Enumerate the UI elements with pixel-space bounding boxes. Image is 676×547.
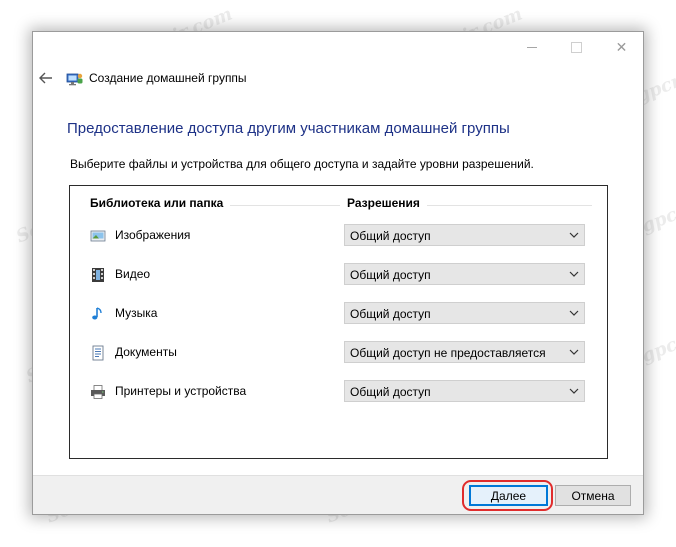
- minimize-icon: [526, 47, 537, 48]
- close-button[interactable]: ✕: [599, 32, 643, 63]
- table-row-documents: Документы Общий доступ не предоставляетс…: [70, 341, 607, 365]
- next-button[interactable]: Далее: [469, 485, 548, 506]
- row-label: Видео: [115, 267, 151, 281]
- page-heading: Предоставление доступа другим участникам…: [67, 120, 510, 137]
- music-icon: [92, 307, 102, 320]
- permission-value: Общий доступ: [350, 268, 431, 282]
- permission-value: Общий доступ: [350, 229, 431, 243]
- table-row-music: Музыка Общий доступ: [70, 302, 607, 326]
- permission-dropdown-printers[interactable]: Общий доступ: [344, 380, 585, 402]
- row-label: Принтеры и устройства: [115, 384, 247, 398]
- header-divider: [230, 205, 340, 206]
- column-header-library: Библиотека или папка: [90, 196, 224, 210]
- sharing-table: Библиотека или папка Разрешения Изображе…: [69, 185, 608, 459]
- permission-dropdown-documents[interactable]: Общий доступ не предоставляется: [344, 341, 585, 363]
- permission-dropdown-pictures[interactable]: Общий доступ: [344, 224, 585, 246]
- permission-value: Общий доступ: [350, 307, 431, 321]
- header-divider: [427, 205, 592, 206]
- maximize-icon: [571, 42, 582, 53]
- row-label: Документы: [115, 345, 177, 359]
- back-arrow-icon: [39, 72, 52, 84]
- table-row-videos: Видео Общий доступ: [70, 263, 607, 287]
- homegroup-icon: [66, 73, 83, 86]
- permission-value: Общий доступ: [350, 385, 431, 399]
- permission-dropdown-videos[interactable]: Общий доступ: [344, 263, 585, 285]
- pictures-icon: [90, 230, 106, 242]
- screenshot-canvas: Soringpcrepair.com Soringpcrepair.com So…: [0, 0, 676, 547]
- wizard-title: Создание домашней группы: [89, 71, 247, 85]
- cancel-button[interactable]: Отмена: [555, 485, 631, 506]
- maximize-button[interactable]: [554, 32, 599, 63]
- row-label: Изображения: [115, 228, 191, 242]
- column-header-permissions: Разрешения: [347, 196, 420, 210]
- title-bar: ✕: [33, 32, 643, 63]
- chevron-down-icon: [569, 232, 579, 238]
- printer-icon: [91, 385, 105, 399]
- close-icon: ✕: [615, 39, 628, 55]
- permission-value: Общий доступ не предоставляется: [350, 346, 546, 360]
- wizard-nav-bar: Создание домашней группы: [33, 63, 643, 93]
- table-row-printers: Принтеры и устройства Общий доступ: [70, 380, 607, 404]
- videos-icon: [92, 268, 104, 282]
- chevron-down-icon: [569, 310, 579, 316]
- wizard-footer: Далее Отмена: [33, 475, 643, 514]
- chevron-down-icon: [569, 388, 579, 394]
- homegroup-wizard-window: ✕ Создание домашней группы Предоставлени…: [32, 31, 644, 515]
- minimize-button[interactable]: [509, 32, 554, 63]
- instruction-text: Выберите файлы и устройства для общего д…: [70, 157, 534, 171]
- row-label: Музыка: [115, 306, 158, 320]
- back-button[interactable]: [36, 69, 56, 87]
- table-row-pictures: Изображения Общий доступ: [70, 224, 607, 248]
- documents-icon: [92, 345, 104, 361]
- permission-dropdown-music[interactable]: Общий доступ: [344, 302, 585, 324]
- chevron-down-icon: [569, 349, 579, 355]
- chevron-down-icon: [569, 271, 579, 277]
